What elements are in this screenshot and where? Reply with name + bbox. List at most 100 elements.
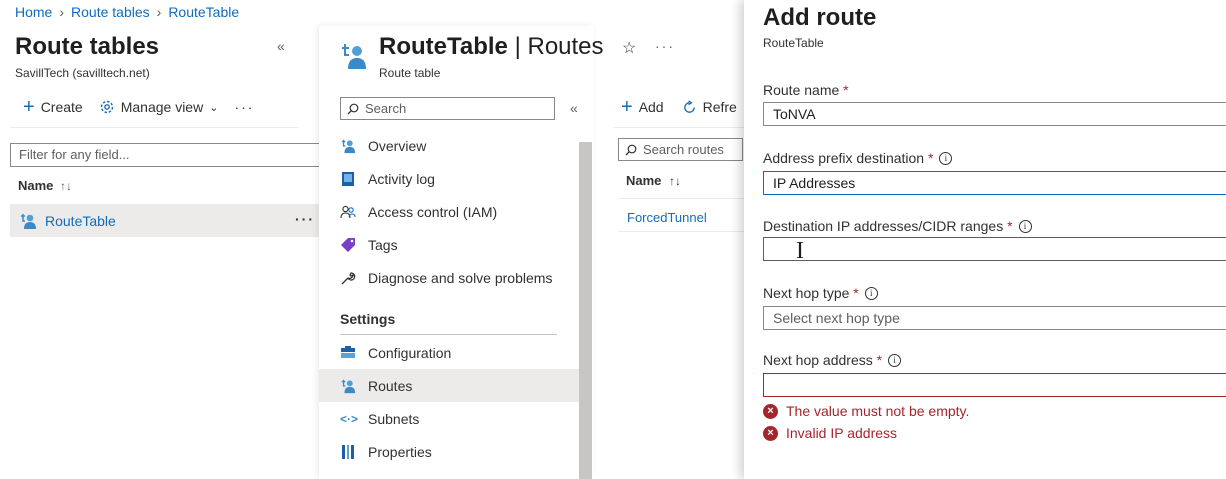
menu-item-access-control[interactable]: Access control (IAM) xyxy=(319,195,579,228)
breadcrumb-routetable[interactable]: RouteTable xyxy=(168,4,239,20)
menu-item-configuration[interactable]: Configuration xyxy=(319,336,579,369)
manage-view-button[interactable]: Manage view ⌄ xyxy=(99,99,218,115)
column-header-name[interactable]: Name ↑↓ xyxy=(18,178,72,193)
label-text: Address prefix destination xyxy=(763,150,925,166)
route-name-field[interactable]: ToNVA xyxy=(763,102,1226,126)
info-icon[interactable]: i xyxy=(939,151,953,165)
settings-heading: Settings xyxy=(340,311,396,327)
address-prefix-label: Address prefix destination * i xyxy=(763,150,953,166)
menu-item-label: Subnets xyxy=(368,410,420,427)
more-icon[interactable]: ··· xyxy=(234,99,254,115)
menu-item-label: Routes xyxy=(368,377,413,394)
required-mark: * xyxy=(927,150,934,166)
required-mark: * xyxy=(843,82,849,98)
route-name-label: Route name * xyxy=(763,82,849,98)
menu-item-label: Configuration xyxy=(368,344,452,361)
refresh-label: Refre xyxy=(702,99,737,115)
route-table-icon xyxy=(341,139,356,153)
route-link[interactable]: ForcedTunnel xyxy=(627,210,707,225)
menu-search-placeholder: Search xyxy=(365,101,407,116)
menu-item-subnets[interactable]: <·> Subnets xyxy=(319,402,579,435)
star-icon[interactable]: ☆ xyxy=(622,38,636,58)
menu-item-label: Access control (IAM) xyxy=(368,203,498,220)
breadcrumb: Home › Route tables › RouteTable xyxy=(15,4,239,20)
required-mark: * xyxy=(1007,218,1013,234)
menu-item-label: Overview xyxy=(368,137,427,154)
page-title: Route tables xyxy=(15,33,160,60)
tag-icon xyxy=(341,237,355,252)
routes-search-placeholder: Search routes xyxy=(643,142,724,157)
routes-toolbar: + Add Refre xyxy=(621,96,737,118)
menu-scrollbar[interactable] xyxy=(579,142,592,479)
wrench-icon xyxy=(341,271,356,284)
breadcrumb-home[interactable]: Home xyxy=(15,4,52,20)
panel-title: Add route xyxy=(763,4,877,31)
plus-icon: + xyxy=(23,96,35,118)
refresh-button[interactable]: Refre xyxy=(682,99,737,115)
breadcrumb-route-tables[interactable]: Route tables xyxy=(71,4,150,20)
menu-item-tags[interactable]: Tags xyxy=(319,228,579,261)
subnet-icon: <·> xyxy=(340,411,359,426)
filter-input[interactable]: Filter for any field... xyxy=(10,143,330,167)
activity-log-icon xyxy=(342,171,354,186)
search-icon xyxy=(347,103,359,114)
sort-icon: ↑↓ xyxy=(60,179,73,193)
add-button[interactable]: + Add xyxy=(621,96,664,118)
error-icon: × xyxy=(763,425,778,441)
menu-item-label: Properties xyxy=(368,443,432,460)
panel-subtitle: RouteTable xyxy=(763,36,824,50)
next-hop-type-dropdown[interactable]: Select next hop type xyxy=(763,306,1226,330)
blade-title: RouteTable | Routes xyxy=(379,33,604,61)
destination-ip-field[interactable] xyxy=(763,237,1226,261)
route-table-icon xyxy=(342,44,366,69)
toolbar-divider xyxy=(614,127,744,128)
add-label: Add xyxy=(638,99,664,115)
create-button[interactable]: + Create xyxy=(23,96,83,118)
row-more-icon[interactable]: ··· xyxy=(295,211,315,227)
menu-search-input[interactable]: Search xyxy=(340,97,555,120)
collapse-menu-icon[interactable]: « xyxy=(570,100,578,116)
blade-title-suffix: | Routes xyxy=(514,33,604,60)
routes-search-input[interactable]: Search routes xyxy=(618,138,743,161)
text-cursor-icon: I xyxy=(796,238,804,264)
menu-item-routes[interactable]: Routes xyxy=(319,369,579,402)
search-icon xyxy=(625,144,637,155)
label-text: Next hop type xyxy=(763,285,850,301)
menu-item-activity-log[interactable]: Activity log xyxy=(319,162,579,195)
menu-item-label: Tags xyxy=(368,236,398,253)
properties-icon xyxy=(342,444,354,459)
label-text: Next hop address xyxy=(763,352,873,368)
people-icon xyxy=(340,205,356,218)
settings-divider xyxy=(340,334,557,335)
collapse-icon[interactable]: « xyxy=(277,38,285,54)
routes-column-header-name[interactable]: Name ↑↓ xyxy=(626,173,681,188)
error-message: × Invalid IP address xyxy=(763,425,897,441)
more-icon[interactable]: ··· xyxy=(655,38,675,54)
menu-item-overview[interactable]: Overview xyxy=(319,129,579,162)
info-icon[interactable]: i xyxy=(864,286,878,300)
menu-item-diagnose[interactable]: Diagnose and solve problems xyxy=(319,261,579,294)
error-message: × The value must not be empty. xyxy=(763,403,969,419)
required-mark: * xyxy=(876,352,883,368)
header-divider xyxy=(618,198,744,199)
sort-icon: ↑↓ xyxy=(669,174,682,188)
info-icon[interactable]: i xyxy=(1018,219,1032,233)
toolbar-divider xyxy=(10,127,298,128)
column-name-label: Name xyxy=(626,173,662,188)
error-text: The value must not be empty. xyxy=(786,403,970,419)
chevron-right-icon: › xyxy=(156,4,162,20)
blade-subtitle: Route table xyxy=(379,66,441,80)
address-prefix-dropdown[interactable]: IP Addresses xyxy=(763,171,1226,195)
plus-icon: + xyxy=(621,96,633,118)
refresh-icon xyxy=(683,99,695,113)
list-item: RouteTable xyxy=(19,212,116,230)
info-icon[interactable]: i xyxy=(888,353,902,367)
page-subtitle: SavillTech (savilltech.net) xyxy=(15,66,150,80)
menu-item-properties[interactable]: Properties xyxy=(319,435,579,468)
route-table-icon xyxy=(341,379,356,393)
required-mark: * xyxy=(853,285,859,301)
route-table-link[interactable]: RouteTable xyxy=(45,213,116,229)
next-hop-address-field[interactable] xyxy=(763,373,1226,397)
configuration-icon xyxy=(341,345,355,358)
blade-title-resource: RouteTable xyxy=(379,33,508,60)
